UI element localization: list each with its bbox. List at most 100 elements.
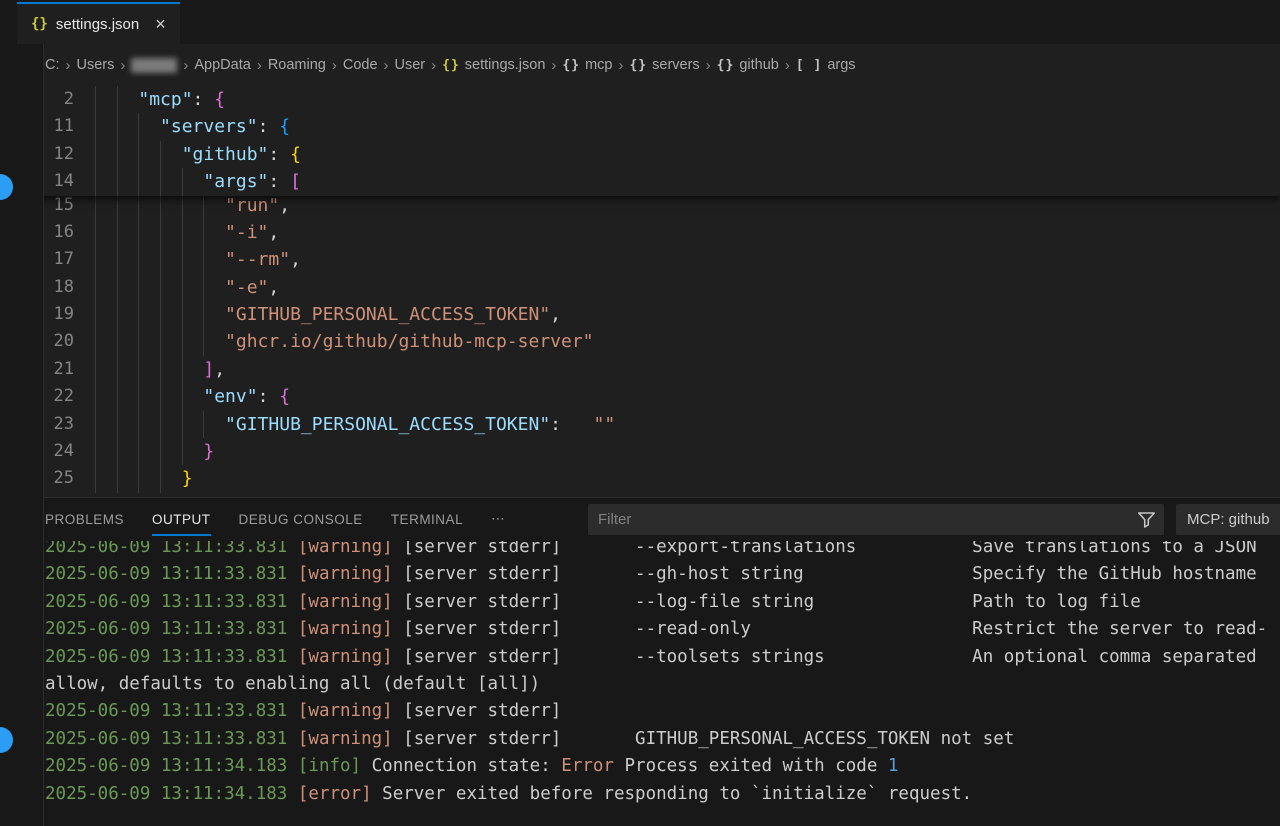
code-line-2[interactable]: 2 "mcp": { — [0, 86, 1280, 113]
breadcrumb-item[interactable] — [131, 58, 177, 73]
log-line: 2025-06-09 13:11:33.831 [warning] [serve… — [45, 561, 1280, 588]
token-punc: : — [268, 144, 290, 165]
code-line-21[interactable]: 21 ], — [0, 356, 1280, 383]
code-editor[interactable]: 15 "run",16 "-i",17 "--rm",18 "-e",19 "G… — [0, 86, 1280, 497]
token-sp — [95, 386, 203, 407]
breadcrumb-item[interactable]: Users — [77, 57, 115, 73]
breadcrumb-separator: › — [551, 57, 556, 74]
log-segment-ts: 2025-06-09 13:11:33.831 — [45, 729, 287, 749]
breadcrumb-item[interactable]: C: — [45, 57, 60, 73]
code-line-23[interactable]: 23 "GITHUB_PERSONAL_ACCESS_TOKEN": "" — [0, 411, 1280, 438]
breadcrumb-separator: › — [706, 57, 711, 74]
token-str: "-i" — [225, 222, 268, 243]
token-sp — [95, 249, 225, 270]
breadcrumb-item[interactable]: AppData — [194, 57, 250, 73]
panel-tab-output[interactable]: OUTPUT — [152, 498, 211, 540]
tab-settings-json[interactable]: {} settings.json × — [17, 2, 180, 44]
breadcrumb-separator: › — [618, 57, 623, 74]
panel-tab-problems[interactable]: PROBLEMS — [45, 498, 124, 540]
breadcrumb-label: args — [827, 57, 855, 73]
editor-tab-bar: {} settings.json × — [0, 0, 1280, 44]
code-line-22[interactable]: 22 "env": { — [0, 383, 1280, 410]
log-segment-ts: 2025-06-09 13:11:33.831 — [45, 541, 287, 557]
line-number: 17 — [0, 246, 74, 273]
code-line-19[interactable]: 19 "GITHUB_PERSONAL_ACCESS_TOKEN", — [0, 301, 1280, 328]
code-text: } — [95, 438, 214, 465]
code-line-17[interactable]: 17 "--rm", — [0, 246, 1280, 273]
log-segment-warn: Error — [561, 756, 614, 776]
breadcrumb-label: AppData — [194, 57, 250, 73]
token-sp — [95, 414, 225, 435]
code-line-24[interactable]: 24 } — [0, 438, 1280, 465]
log-segment-txt — [287, 619, 298, 639]
json-file-icon: {} — [31, 16, 48, 32]
token-key: "github" — [182, 144, 269, 165]
log-segment-ts: 2025-06-09 13:11:33.831 — [45, 592, 287, 612]
panel-tab-[interactable]: ⋯ — [491, 498, 505, 540]
symbol-array-icon: [ ] — [796, 58, 822, 73]
line-number: 12 — [0, 141, 74, 168]
log-line: 2025-06-09 13:11:33.831 [warning] [serve… — [45, 541, 1280, 561]
line-number: 16 — [0, 219, 74, 246]
log-segment-warn: [warning] — [298, 564, 393, 584]
panel-tab-terminal[interactable]: TERMINAL — [391, 498, 463, 540]
code-line-16[interactable]: 16 "-i", — [0, 219, 1280, 246]
log-segment-txt: [server stderr] --toolsets strings An op… — [393, 647, 1257, 667]
code-line-18[interactable]: 18 "-e", — [0, 274, 1280, 301]
panel-tab-debug-console[interactable]: DEBUG CONSOLE — [239, 498, 363, 540]
breadcrumb-item[interactable]: {}mcp — [562, 57, 612, 73]
bottom-panel: PROBLEMS OUTPUT DEBUG CONSOLE TERMINAL ⋯ MCP… — [0, 497, 1280, 826]
close-tab-icon[interactable]: × — [155, 15, 166, 33]
code-line-15[interactable]: 15 "run", — [0, 192, 1280, 219]
breadcrumb-label: Roaming — [268, 57, 326, 73]
code-text: "args": [ — [95, 168, 301, 195]
breadcrumb-item[interactable]: {}servers — [629, 57, 699, 73]
breadcrumb-item[interactable]: Roaming — [268, 57, 326, 73]
code-text: "github": { — [95, 141, 301, 168]
tab-label: settings.json — [56, 16, 139, 33]
log-segment-txt: [server stderr] GITHUB_PERSONAL_ACCESS_T… — [393, 729, 1015, 749]
token-punc: , — [268, 277, 279, 298]
breadcrumb-item[interactable]: [ ] args — [796, 57, 856, 73]
log-segment-txt: [server stderr] --export-translations Sa… — [393, 541, 1257, 557]
token-pink: { — [279, 386, 290, 407]
token-punc: , — [550, 304, 561, 325]
token-sp — [95, 468, 182, 489]
code-line-11[interactable]: 11 "servers": { — [0, 113, 1280, 140]
log-segment-ts: 2025-06-09 13:11:33.831 — [45, 701, 287, 721]
breadcrumb-item[interactable]: User — [395, 57, 426, 73]
token-sp — [95, 331, 225, 352]
token-punc: , — [268, 222, 279, 243]
code-text: "servers": { — [95, 113, 290, 140]
token-punc: , — [290, 249, 301, 270]
token-sp — [95, 89, 138, 110]
token-punc: : — [193, 89, 215, 110]
output-channel-dropdown[interactable]: MCP: github — [1176, 504, 1280, 535]
line-number: 18 — [0, 274, 74, 301]
code-line-12[interactable]: 12 "github": { — [0, 141, 1280, 168]
code-line-14[interactable]: 14 "args": [ — [0, 168, 1280, 195]
code-text: "-i", — [95, 219, 279, 246]
token-pink: ] — [203, 359, 214, 380]
token-sp — [95, 195, 225, 216]
breadcrumb-label: mcp — [585, 57, 612, 73]
breadcrumb-label: Code — [343, 57, 378, 73]
breadcrumb-item[interactable]: Code — [343, 57, 378, 73]
code-line-20[interactable]: 20 "ghcr.io/github/github-mcp-server" — [0, 328, 1280, 355]
line-number: 15 — [0, 192, 74, 219]
filter-funnel-icon[interactable] — [1137, 510, 1156, 529]
log-segment-txt — [287, 564, 298, 584]
breadcrumb-label: github — [739, 57, 779, 73]
token-punc: , — [279, 195, 290, 216]
code-text: "ghcr.io/github/github-mcp-server" — [95, 328, 594, 355]
line-number: 22 — [0, 383, 74, 410]
output-log-area[interactable]: 2025-06-09 13:11:33.831 [warning] [serve… — [0, 541, 1280, 826]
filter-input[interactable] — [588, 504, 1164, 535]
line-number: 2 — [0, 86, 74, 113]
code-text: "env": { — [95, 383, 290, 410]
log-line: 2025-06-09 13:11:34.183 [info] Connectio… — [45, 753, 1280, 780]
breadcrumb-item[interactable]: {}settings.json — [442, 57, 545, 73]
code-line-25[interactable]: 25 } — [0, 465, 1280, 492]
breadcrumb-item[interactable]: {}github — [717, 57, 779, 73]
code-text: "GITHUB_PERSONAL_ACCESS_TOKEN": "" — [95, 411, 615, 438]
